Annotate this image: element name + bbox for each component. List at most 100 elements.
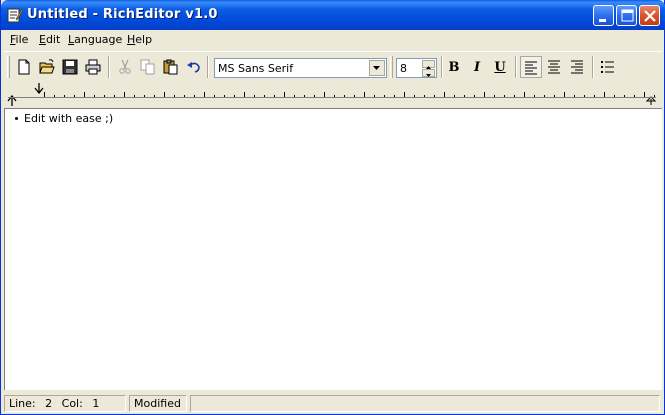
font-combo-dropdown-button[interactable]	[369, 60, 385, 76]
new-document-icon	[18, 59, 30, 75]
print-button[interactable]	[82, 56, 104, 78]
ruler-tick	[484, 92, 485, 97]
editor-line: Edit with ease ;)	[24, 112, 114, 125]
ruler-tick	[184, 95, 185, 97]
ruler-tick	[614, 95, 615, 97]
ruler-tick	[444, 92, 445, 97]
italic-button[interactable]: I	[469, 60, 485, 76]
toolbar-grip[interactable]	[7, 56, 10, 78]
chevron-down-icon	[373, 66, 380, 70]
app-icon	[7, 7, 24, 23]
ruler-tick	[214, 95, 215, 97]
first-line-indent-icon[interactable]	[34, 83, 44, 94]
bullets-button[interactable]	[597, 56, 619, 78]
undo-arrow-icon	[187, 62, 200, 73]
new-button[interactable]	[13, 56, 35, 78]
ruler-tick	[424, 95, 425, 97]
align-right-button[interactable]	[567, 56, 589, 78]
font-name-combo[interactable]: MS Sans Serif	[214, 58, 387, 78]
ruler-tick	[274, 95, 275, 97]
align-left-icon	[525, 61, 537, 75]
ruler-tick	[144, 95, 145, 97]
font-size-increase-button[interactable]	[422, 60, 435, 69]
editor-area[interactable]: Edit with ease ;)	[4, 108, 662, 390]
printer-icon	[85, 59, 101, 75]
open-button[interactable]	[36, 56, 58, 78]
ruler-tick	[54, 95, 55, 97]
toolbar-grip[interactable]	[390, 56, 393, 78]
copy-button[interactable]	[137, 56, 159, 78]
cut-scissors-icon	[119, 59, 131, 74]
ruler-tick	[374, 95, 375, 97]
undo-button[interactable]	[183, 56, 205, 78]
ruler-tick	[104, 95, 105, 97]
align-right-icon	[571, 60, 583, 74]
align-left-button[interactable]	[520, 56, 542, 78]
close-button[interactable]	[639, 5, 660, 26]
paste-button[interactable]	[160, 56, 182, 78]
toolbar: MS Sans Serif 8 B I U	[4, 51, 662, 81]
ruler-tick	[154, 95, 155, 97]
ruler-tick	[394, 95, 395, 97]
ruler-tick	[164, 92, 165, 97]
toolbar-separator	[207, 56, 209, 78]
ruler-tick	[304, 95, 305, 97]
minimize-button[interactable]	[593, 5, 614, 26]
bold-button[interactable]: B	[446, 60, 462, 76]
font-name-value: MS Sans Serif	[218, 62, 294, 75]
status-position: Line: 2 Col: 1	[4, 395, 126, 412]
ruler-tick	[174, 95, 175, 97]
font-size-decrease-button[interactable]	[422, 69, 435, 77]
font-size-spinner[interactable]: 8	[396, 58, 437, 78]
ruler-tick	[464, 95, 465, 97]
ruler-tick	[384, 95, 385, 97]
toolbar-separator	[441, 56, 443, 78]
ruler-tick	[224, 95, 225, 97]
ruler-tick	[544, 95, 545, 97]
ruler-tick	[644, 92, 645, 97]
ruler-tick	[604, 92, 605, 97]
ruler-tick	[534, 95, 535, 97]
ruler-tick	[234, 95, 235, 97]
ruler[interactable]	[4, 82, 662, 108]
maximize-button[interactable]	[616, 5, 637, 26]
ruler-tick	[64, 95, 65, 97]
window-title: Untitled - RichEditor v1.0	[27, 7, 218, 22]
ruler-tick	[454, 95, 455, 97]
ruler-tick	[404, 92, 405, 97]
ruler-tick	[294, 95, 295, 97]
menu-language[interactable]: Language	[68, 33, 122, 46]
ruler-tick	[594, 95, 595, 97]
ruler-tick	[94, 95, 95, 97]
spin-down-icon	[426, 74, 431, 77]
app-window: Untitled - RichEditor v1.0 File Edit Lan…	[0, 0, 665, 415]
ruler-tick	[324, 92, 325, 97]
ruler-tick	[84, 92, 85, 97]
menu-edit[interactable]: Edit	[39, 33, 60, 46]
menu-file[interactable]: File	[10, 33, 28, 46]
ruler-tick	[264, 95, 265, 97]
ruler-tick	[434, 95, 435, 97]
title-bar[interactable]: Untitled - RichEditor v1.0	[1, 0, 665, 30]
line-label: Line:	[9, 397, 36, 410]
ruler-tick	[554, 95, 555, 97]
align-center-button[interactable]	[544, 56, 566, 78]
ruler-tick	[504, 95, 505, 97]
ruler-tick	[194, 95, 195, 97]
ruler-tick	[584, 95, 585, 97]
copy-icon	[140, 59, 155, 75]
list-bullet	[15, 117, 18, 120]
col-label: Col:	[61, 397, 83, 410]
ruler-baseline	[8, 97, 656, 98]
close-icon	[644, 10, 656, 22]
status-bar: Line: 2 Col: 1 Modified	[4, 393, 662, 413]
menu-help[interactable]: Help	[127, 33, 152, 46]
cut-button[interactable]	[114, 56, 136, 78]
modified-text: Modified	[134, 397, 181, 410]
ruler-tick	[254, 95, 255, 97]
save-button[interactable]	[59, 56, 81, 78]
save-disk-icon	[62, 59, 78, 75]
underline-button[interactable]: U	[492, 60, 508, 76]
toolbar-separator	[515, 56, 517, 78]
toolbar-separator	[592, 56, 594, 78]
